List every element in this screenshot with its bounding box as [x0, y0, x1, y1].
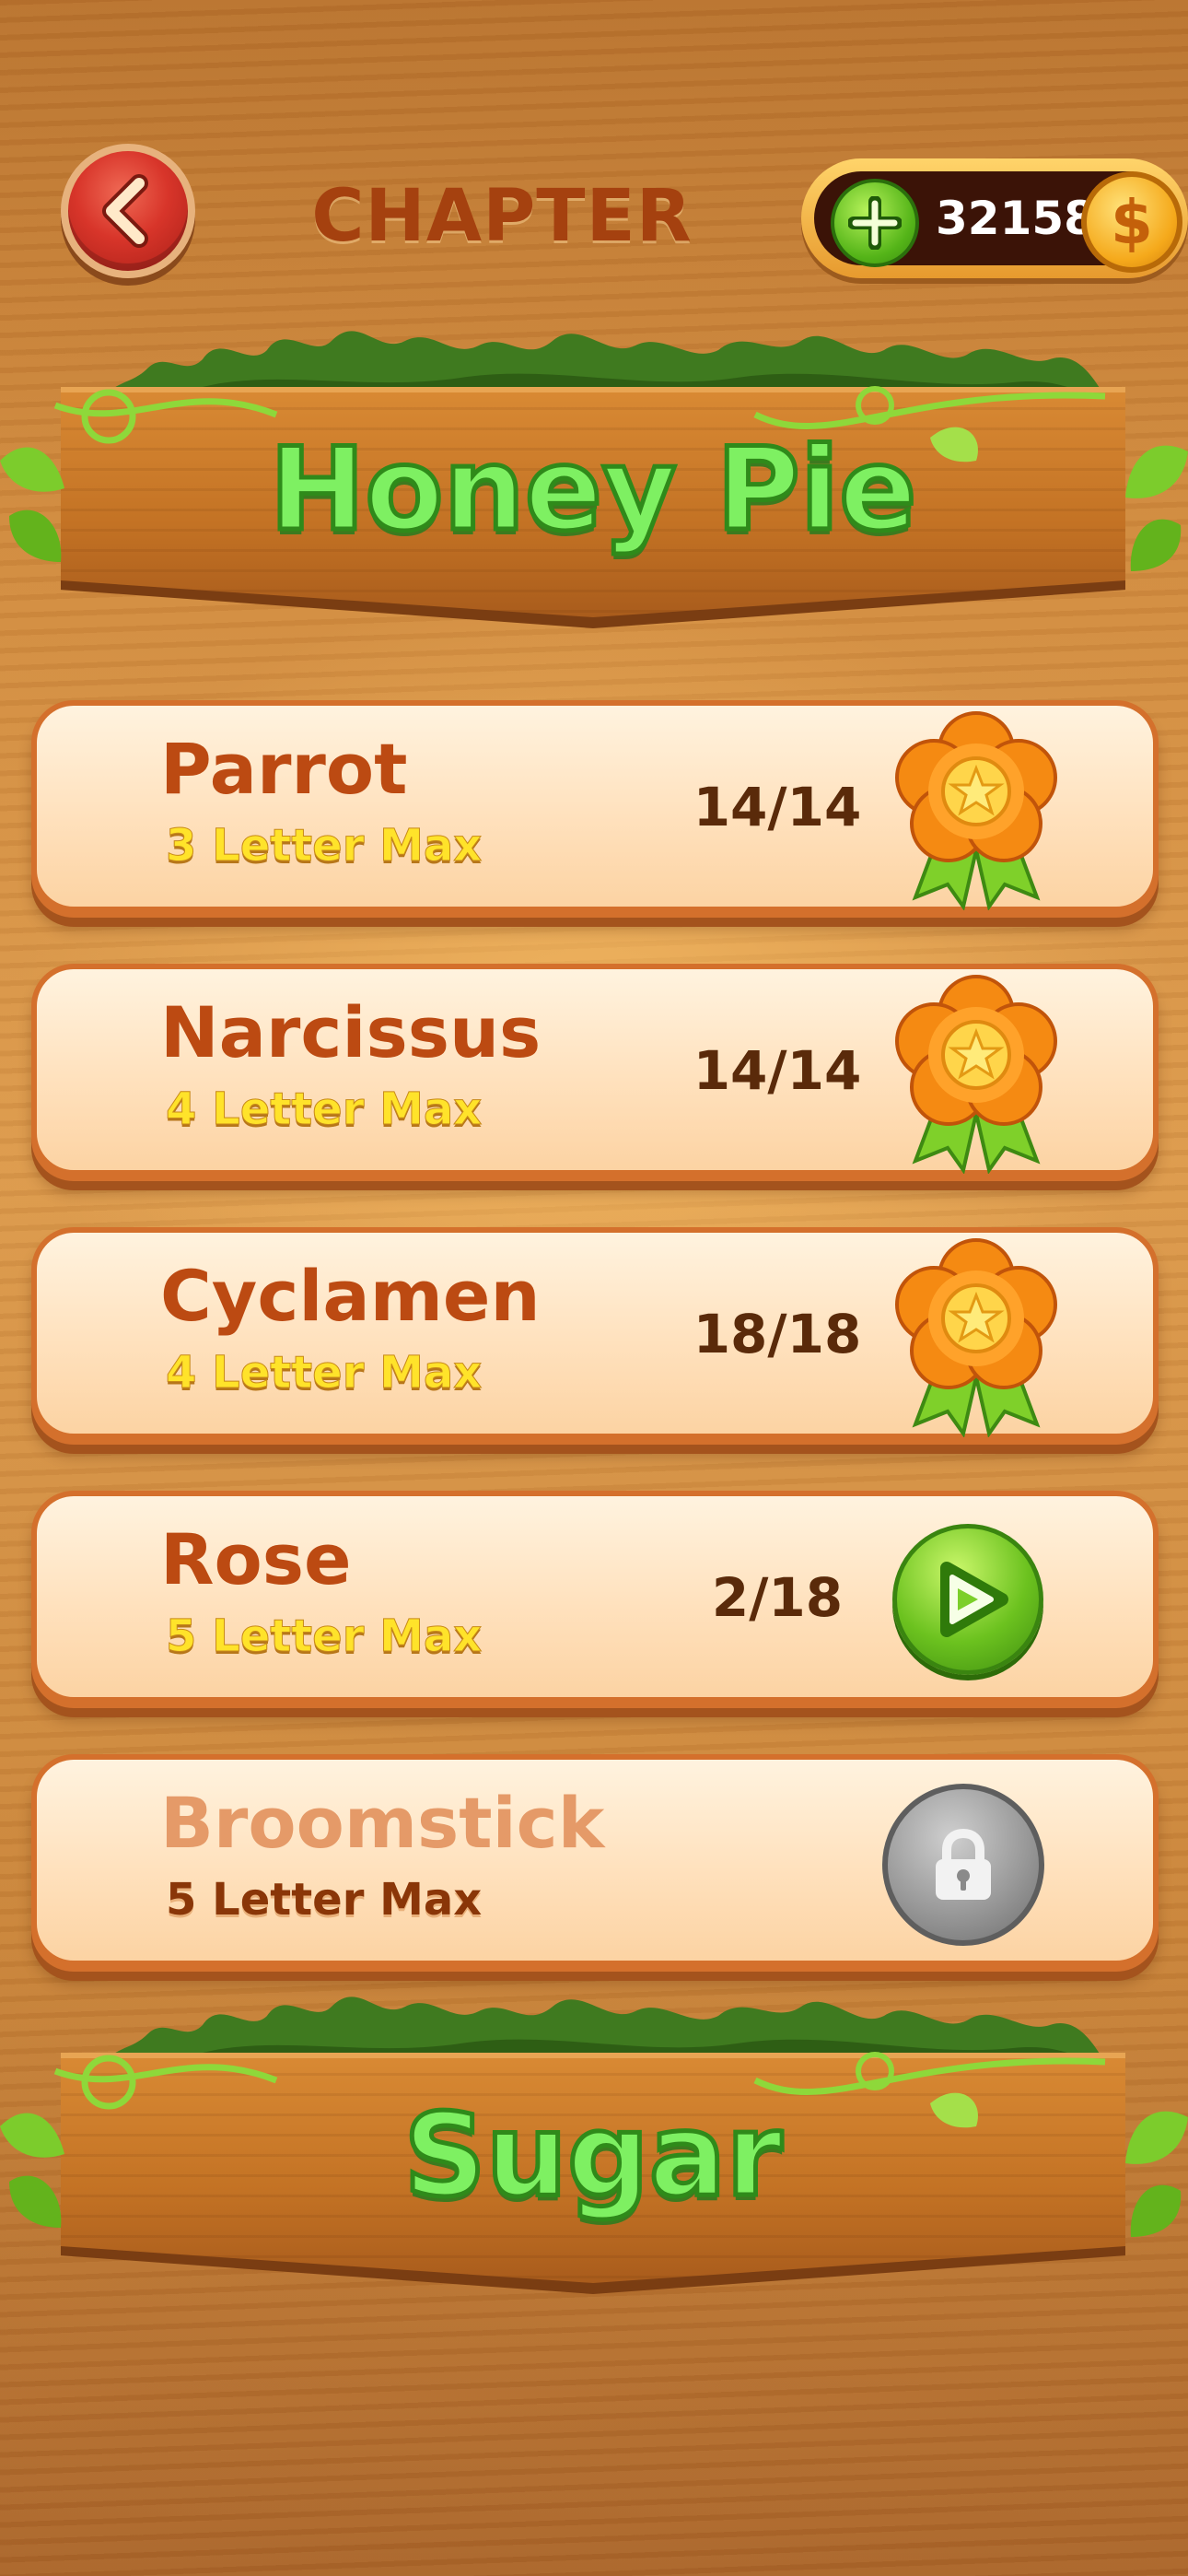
add-coins-button[interactable] [831, 179, 919, 267]
medal-flower-icon [895, 975, 1057, 1174]
level-subtitle: 5 Letter Max [165, 1610, 483, 1663]
coin-count: 32158 [936, 192, 1096, 245]
level-progress: 14/14 [693, 776, 862, 838]
level-subtitle: 5 Letter Max [166, 1874, 483, 1926]
level-name: Narcissus [160, 991, 542, 1073]
level-subtitle: 4 Letter Max [165, 1083, 483, 1136]
level-subtitle: 4 Letter Max [165, 1347, 483, 1399]
lock-icon [936, 1828, 991, 1900]
medal-flower-icon [895, 711, 1057, 910]
play-icon [940, 1562, 1008, 1637]
play-button[interactable] [892, 1524, 1043, 1675]
chapter-name: Honey Pie [267, 422, 919, 559]
level-progress: 14/14 [693, 1039, 862, 1102]
chapter-sign-honey-pie: Honey Pie [0, 313, 1188, 645]
level-card-parrot[interactable]: Parrot 3 Letter Max 14/14 [31, 700, 1159, 918]
level-card-cyclamen[interactable]: Cyclamen 4 Letter Max 18/18 [31, 1227, 1159, 1445]
level-progress: 18/18 [693, 1303, 862, 1365]
level-name: Cyclamen [160, 1255, 541, 1337]
medal-flower-icon [895, 1238, 1057, 1437]
level-card-rose[interactable]: Rose 5 Letter Max 2/18 [31, 1491, 1159, 1708]
chevron-left-icon [102, 174, 148, 248]
level-name: Parrot [160, 728, 408, 810]
level-subtitle: 3 Letter Max [165, 820, 483, 872]
level-name: Broomstick [160, 1782, 605, 1864]
level-progress: 2/18 [711, 1566, 844, 1629]
coin-icon: $ [1081, 171, 1182, 273]
page-title: CHAPTER [311, 175, 693, 258]
chapter-sign-sugar[interactable]: Sugar [0, 1979, 1188, 2311]
back-button[interactable] [61, 144, 195, 278]
level-card-broomstick[interactable]: Broomstick 5 Letter Max [31, 1754, 1159, 1972]
coin-balance: 32158 $ [801, 158, 1188, 278]
chapter-name: Sugar [402, 2088, 785, 2225]
locked-badge [882, 1784, 1044, 1946]
plus-icon [848, 196, 902, 250]
level-card-narcissus[interactable]: Narcissus 4 Letter Max 14/14 [31, 964, 1159, 1181]
level-name: Rose [160, 1518, 352, 1600]
